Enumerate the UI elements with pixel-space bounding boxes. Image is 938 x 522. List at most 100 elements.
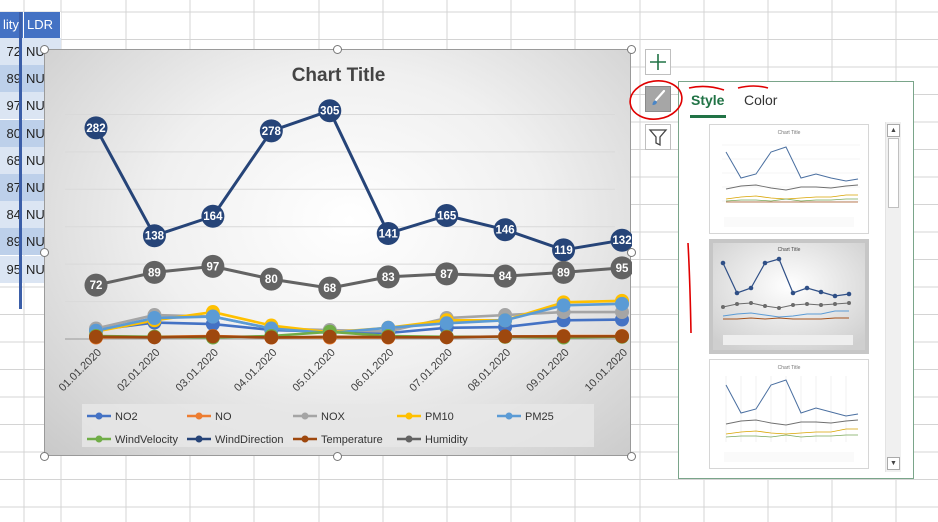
legend-label-humidity[interactable]: Humidity (425, 434, 468, 446)
x-tick-label: 04.01.2020 (232, 347, 279, 394)
data-label: 72 (90, 280, 103, 292)
style-thumbnail-1[interactable]: Chart Title (709, 124, 869, 234)
tab-color[interactable]: Color (744, 92, 777, 108)
data-point-pm25[interactable] (498, 313, 513, 328)
style-thumbnail-3[interactable]: Chart Title (709, 359, 869, 469)
legend-label-temperature[interactable]: Temperature (321, 434, 383, 446)
data-label: 305 (320, 106, 340, 118)
data-label: 84 (499, 271, 512, 283)
data-label: 146 (496, 225, 515, 237)
legend-label-no2[interactable]: NO2 (115, 411, 138, 423)
x-tick-label: 05.01.2020 (290, 347, 337, 394)
x-tick-label: 09.01.2020 (524, 347, 571, 394)
chart-area[interactable]: Chart Title 282 138 164 278 305 141 165 146 119 13… (44, 49, 632, 457)
selection-border (19, 12, 22, 309)
data-point-temperature[interactable] (556, 329, 571, 344)
data-point-pm25[interactable] (615, 296, 629, 311)
legend-marker-humidity (405, 435, 413, 443)
data-label: 68 (323, 283, 336, 295)
paintbrush-icon (652, 89, 666, 105)
legend-label-pm10[interactable]: PM10 (425, 411, 454, 423)
style-preview-3: Chart Title (724, 365, 859, 462)
x-tick-label: 06.01.2020 (349, 347, 396, 394)
x-tick-label: 07.01.2020 (407, 347, 454, 394)
scroll-up-button[interactable]: ▲ (887, 124, 900, 137)
chart-title[interactable]: Chart Title (292, 65, 386, 86)
data-label: 89 (148, 267, 161, 279)
data-point-pm25[interactable] (556, 298, 571, 313)
legend-label-winddirection[interactable]: WindDirection (215, 434, 283, 446)
data-label: 164 (203, 211, 223, 223)
data-point-temperature[interactable] (615, 329, 629, 344)
data-label: 83 (382, 272, 395, 284)
data-point-temperature[interactable] (439, 330, 454, 345)
data-label: 165 (437, 211, 457, 223)
preview-title: Chart Title (778, 130, 801, 136)
data-point-temperature[interactable] (147, 330, 162, 345)
data-label: 95 (616, 263, 629, 275)
legend-label-pm25[interactable]: PM25 (525, 411, 554, 423)
chart-styles-button[interactable] (645, 86, 671, 112)
x-tick-label: 08.01.2020 (466, 347, 513, 394)
series-line-temperature[interactable] (95, 335, 623, 339)
data-point-temperature[interactable] (498, 329, 513, 344)
style-preview-2: Chart Title (713, 243, 865, 350)
x-tick-label: 01.01.2020 (57, 347, 104, 394)
resize-handle-bottom-left[interactable] (40, 452, 49, 461)
legend-marker-nox (301, 412, 309, 420)
plus-icon (650, 54, 666, 70)
legend-marker-pm25 (505, 412, 513, 420)
column-header-ldr[interactable]: LDR (24, 12, 61, 38)
resize-handle-top[interactable] (333, 45, 342, 54)
resize-handle-top-right[interactable] (627, 45, 636, 54)
preview-title: Chart Title (778, 365, 801, 371)
style-preview-1: Chart Title (722, 130, 860, 227)
series-line-humidity[interactable] (95, 264, 623, 290)
x-tick-label: 03.01.2020 (174, 347, 221, 394)
data-label: 138 (145, 231, 165, 243)
legend-marker-no2 (95, 412, 103, 420)
data-label: 278 (262, 126, 282, 138)
data-point-temperature[interactable] (381, 330, 396, 345)
resize-handle-left[interactable] (40, 248, 49, 257)
legend-marker-winddirection (195, 435, 203, 443)
chart-elements-button[interactable] (645, 49, 671, 75)
legend-marker-pm10 (405, 412, 413, 420)
style-pane-scrollbar[interactable]: ▲ ▼ (885, 122, 901, 472)
scroll-down-button[interactable]: ▼ (887, 457, 900, 470)
legend-label-nox[interactable]: NOX (321, 411, 346, 423)
preview-title: Chart Title (778, 247, 801, 253)
data-label: 80 (265, 274, 278, 286)
data-label: 97 (206, 261, 219, 273)
scroll-thumb[interactable] (888, 138, 899, 208)
tab-style[interactable]: Style (691, 92, 724, 108)
legend-label-no[interactable]: NO (215, 411, 232, 423)
data-point-temperature[interactable] (89, 329, 103, 344)
data-point-pm25[interactable] (205, 309, 220, 324)
resize-handle-right[interactable] (627, 248, 636, 257)
resize-handle-bottom[interactable] (333, 452, 342, 461)
legend-label-windvelocity[interactable]: WindVelocity (115, 434, 178, 446)
data-point-pm25[interactable] (147, 311, 162, 326)
data-label: 282 (86, 123, 105, 135)
x-tick-label: 10.01.2020 (583, 347, 630, 394)
active-tab-indicator (690, 115, 726, 118)
data-label: 132 (612, 235, 631, 247)
style-thumbnail-2[interactable]: Chart Title (709, 239, 869, 354)
legend-marker-temperature (301, 435, 309, 443)
chart-style-pane: Style Color Chart Title Chart Title Char… (678, 81, 914, 479)
data-point-temperature[interactable] (264, 330, 279, 345)
resize-handle-bottom-right[interactable] (627, 452, 636, 461)
line-chart[interactable]: Chart Title 282 138 164 278 305 141 165 146 119 13… (45, 50, 632, 457)
funnel-icon (648, 129, 668, 147)
data-point-temperature[interactable] (205, 329, 220, 344)
data-label: 87 (440, 269, 453, 281)
chart-filters-button[interactable] (645, 124, 671, 150)
legend-marker-no (195, 412, 203, 420)
data-label: 141 (379, 228, 399, 240)
x-tick-label: 02.01.2020 (115, 347, 162, 394)
series-line-winddirection[interactable] (94, 109, 623, 252)
data-point-pm25[interactable] (439, 316, 454, 331)
resize-handle-top-left[interactable] (40, 45, 49, 54)
data-point-temperature[interactable] (322, 329, 337, 344)
